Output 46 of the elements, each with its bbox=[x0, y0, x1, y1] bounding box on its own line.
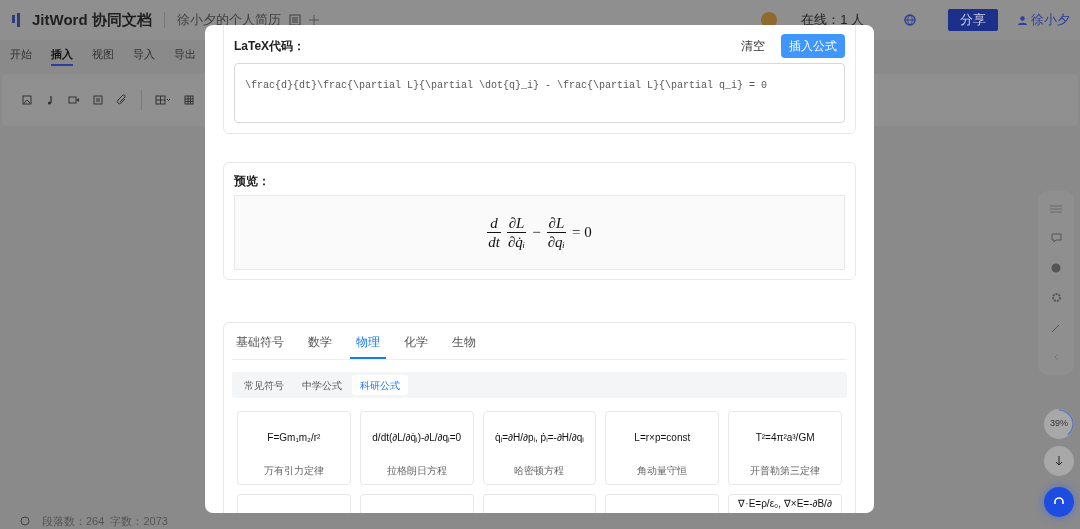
formula-card[interactable]: L=r×p=const 角动量守恒 bbox=[605, 411, 720, 485]
category-tab[interactable]: 数学 bbox=[308, 327, 332, 359]
formula-name: 拉格朗日方程 bbox=[386, 464, 447, 478]
formula-text: T²=4π²a³/GM bbox=[755, 430, 815, 445]
numerator: ∂L bbox=[507, 214, 526, 232]
math-operator: = 0 bbox=[572, 223, 592, 243]
progress-text: 39% bbox=[1050, 417, 1068, 431]
preview-label: 预览： bbox=[234, 173, 271, 190]
subcategory-tab[interactable]: 科研公式 bbox=[352, 375, 408, 395]
formula-card[interactable]: q̇ᵢ=∂H/∂pᵢ, ṗᵢ=-∂H/∂qᵢ 哈密顿方程 bbox=[482, 411, 597, 485]
subcategory-tab[interactable]: 常见符号 bbox=[236, 375, 292, 395]
math-operator: − bbox=[532, 223, 541, 243]
formula-text: q̇ᵢ=∂H/∂pᵢ, ṗᵢ=-∂H/∂qᵢ bbox=[495, 430, 584, 445]
formula-name: 开普勒第三定律 bbox=[750, 464, 821, 478]
formula-card[interactable]: d/dt(∂L/∂q̇ᵢ)-∂L/∂qᵢ=0 拉格朗日方程 bbox=[359, 411, 474, 485]
denominator: ∂q̇ᵢ bbox=[506, 233, 527, 251]
denominator: ∂qᵢ bbox=[546, 233, 566, 251]
subcategory-tab[interactable]: 中学公式 bbox=[294, 375, 350, 395]
formula-name: 哈密顿方程 bbox=[514, 464, 565, 478]
online-count: 在线：1 人 bbox=[801, 11, 864, 30]
latex-input[interactable]: \frac{d}{dt}\frac{\partial L}{\partial \dot{q}_i} - \frac{\partial L}{\partial q_i} = 0 bbox=[234, 63, 845, 123]
menu-tab[interactable]: 导入 bbox=[133, 45, 155, 67]
formula-name: 万有引力定律 bbox=[263, 464, 324, 478]
category-tab[interactable]: 化学 bbox=[404, 327, 428, 359]
menu-tab[interactable]: 导出 bbox=[174, 45, 196, 67]
category-tab[interactable]: 基础符号 bbox=[236, 327, 284, 359]
formula-text: F=Gm₁m₂/r² bbox=[267, 430, 321, 445]
menu-tab[interactable]: 插入 bbox=[51, 45, 73, 67]
menu-tab[interactable]: 视图 bbox=[92, 45, 114, 67]
app-name: JitWord 协同文档 bbox=[32, 9, 152, 30]
formula-card[interactable]: ∇·E=ρ/ε₀, ∇×E=-∂B/∂ bbox=[728, 494, 842, 513]
formula-text: ∇·E=ρ/ε₀, ∇×E=-∂B/∂ bbox=[738, 498, 832, 509]
formula-text: d/dt(∂L/∂q̇ᵢ)-∂L/∂qᵢ=0 bbox=[372, 430, 462, 445]
clear-button[interactable]: 清空 bbox=[733, 37, 773, 55]
share-button[interactable]: 分享 bbox=[948, 9, 998, 31]
numerator: ∂L bbox=[547, 214, 566, 232]
formula-text: L=r×p=const bbox=[634, 430, 691, 445]
latex-label: LaTeX代码： bbox=[234, 38, 306, 55]
numerator: d bbox=[489, 214, 499, 232]
formula-card[interactable]: T²=4π²a³/GM 开普勒第三定律 bbox=[728, 411, 842, 485]
category-tab[interactable]: 物理 bbox=[350, 327, 386, 359]
category-tab[interactable]: 生物 bbox=[452, 327, 476, 359]
menu-tab[interactable]: 开始 bbox=[10, 45, 32, 67]
formula-card[interactable]: F=Gm₁m₂/r² 万有引力定律 bbox=[237, 411, 351, 485]
denominator: dt bbox=[487, 233, 501, 251]
formula-name: 角动量守恒 bbox=[637, 464, 688, 478]
